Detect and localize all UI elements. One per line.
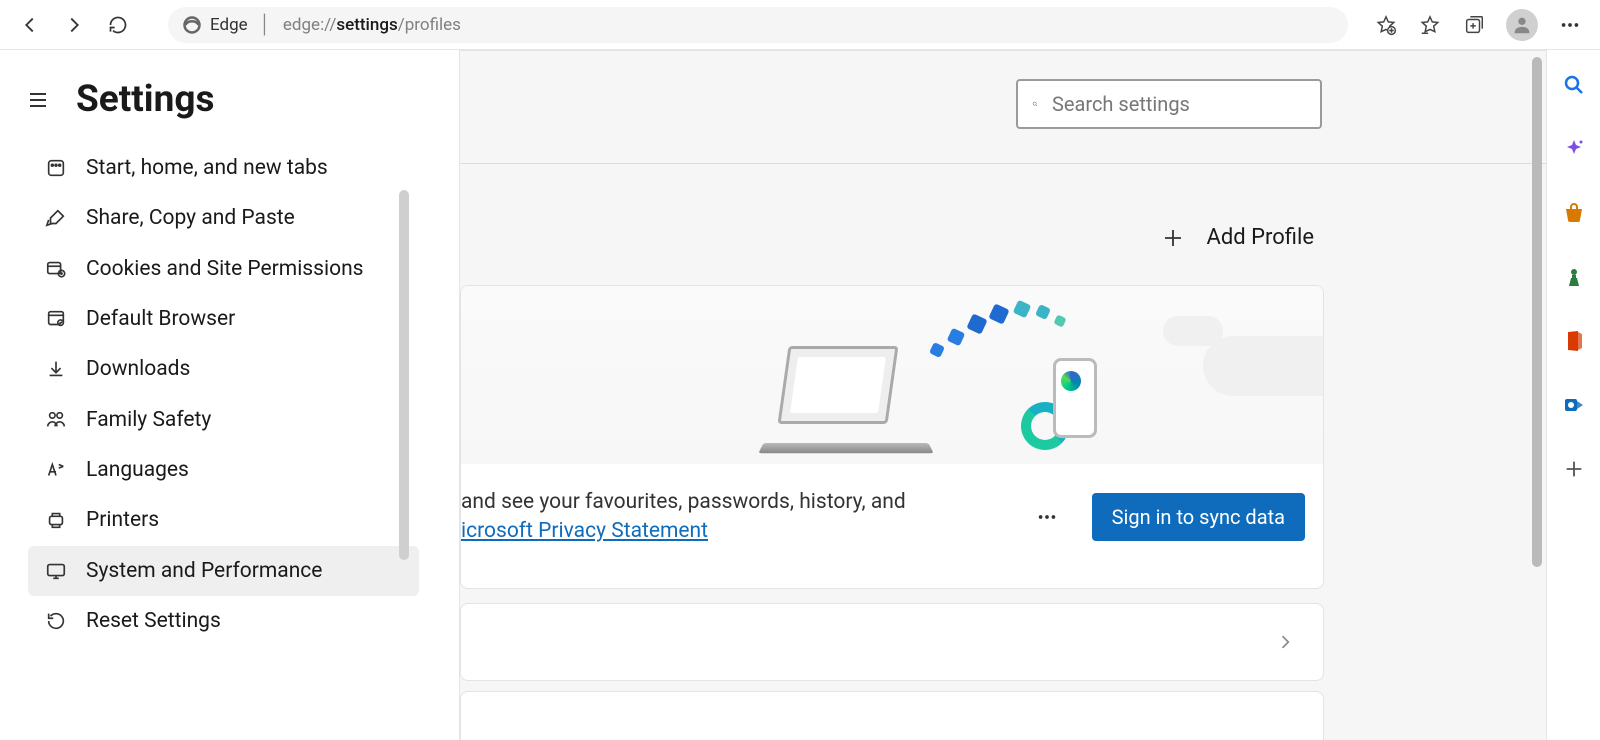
- add-profile-button[interactable]: Add Profile: [1161, 225, 1315, 250]
- sidebar-item-label: Start, home, and new tabs: [86, 154, 328, 182]
- search-input[interactable]: [1052, 92, 1306, 116]
- plus-icon: [1161, 226, 1185, 250]
- sidebar-item-downloads[interactable]: Downloads: [28, 344, 419, 394]
- settings-heading: Settings: [76, 78, 214, 121]
- sidebar-item-label: Share, Copy and Paste: [86, 204, 295, 232]
- sidebar-item-label: System and Performance: [86, 557, 322, 585]
- office-icon[interactable]: [1559, 326, 1589, 356]
- sidebar-item-icon: [44, 357, 68, 381]
- sidebar-item-share-copy-and-paste[interactable]: Share, Copy and Paste: [28, 193, 419, 243]
- sidebar-item-printers[interactable]: Printers: [28, 495, 419, 545]
- sidebar-item-label: Reset Settings: [86, 607, 221, 635]
- right-sidebar: [1546, 50, 1600, 740]
- sparkle-icon[interactable]: [1559, 134, 1589, 164]
- sidebar-item-icon: [44, 609, 68, 633]
- profile-avatar[interactable]: [1506, 9, 1538, 41]
- sidebar-item-icon: [44, 408, 68, 432]
- sidebar-item-icon: [44, 156, 68, 180]
- sidebar-item-icon: [44, 508, 68, 532]
- chevron-right-icon: [1275, 632, 1295, 652]
- sidebar-item-languages[interactable]: Languages: [28, 445, 419, 495]
- favorites-icon[interactable]: [1412, 7, 1448, 43]
- menu-toggle-icon[interactable]: [20, 82, 56, 118]
- sidebar-item-label: Downloads: [86, 355, 190, 383]
- tools-icon[interactable]: [1559, 198, 1589, 228]
- content-scrollbar[interactable]: [1532, 57, 1542, 567]
- profile-sync-description: and see your favourites, passwords, hist…: [461, 488, 906, 547]
- sidebar-item-icon: [44, 458, 68, 482]
- sidebar-item-icon: [44, 307, 68, 331]
- refresh-button[interactable]: [100, 7, 136, 43]
- browser-toolbar: Edge │ edge://settings/profiles: [0, 0, 1600, 50]
- sidebar-item-reset-settings[interactable]: Reset Settings: [28, 596, 419, 646]
- sidebar-item-cookies-and-site-permissions[interactable]: Cookies and Site Permissions: [28, 244, 419, 294]
- origin-label: Edge: [210, 15, 248, 35]
- collections-icon[interactable]: [1456, 7, 1492, 43]
- settings-row[interactable]: [460, 603, 1324, 681]
- back-button[interactable]: [12, 7, 48, 43]
- url-suffix: /profiles: [398, 15, 461, 35]
- privacy-statement-link[interactable]: icrosoft Privacy Statement: [461, 519, 708, 543]
- sign-in-button[interactable]: Sign in to sync data: [1092, 493, 1305, 541]
- sidebar-item-system-and-performance[interactable]: System and Performance: [28, 546, 419, 596]
- sidebar-item-label: Printers: [86, 506, 159, 534]
- edge-logo-icon: [182, 15, 202, 35]
- sidebar-item-label: Cookies and Site Permissions: [86, 255, 364, 283]
- search-icon: [1032, 93, 1038, 115]
- outlook-icon[interactable]: [1559, 390, 1589, 420]
- settings-sidebar: Settings Start, home, and new tabs Share,…: [0, 50, 460, 740]
- profile-hero-image: [461, 286, 1323, 464]
- sidebar-scrollbar[interactable]: [399, 190, 409, 560]
- settings-row[interactable]: [460, 691, 1324, 740]
- sidebar-item-label: Languages: [86, 456, 189, 484]
- profile-more-icon[interactable]: [1030, 500, 1064, 534]
- add-favorite-icon[interactable]: [1368, 7, 1404, 43]
- more-menu-icon[interactable]: [1552, 7, 1588, 43]
- settings-content: Add Profile: [460, 50, 1546, 740]
- sidebar-item-label: Family Safety: [86, 406, 211, 434]
- sidebar-item-icon: [44, 206, 68, 230]
- forward-button[interactable]: [56, 7, 92, 43]
- sidebar-item-icon: [44, 257, 68, 281]
- profile-card: and see your favourites, passwords, hist…: [460, 285, 1324, 589]
- search-settings[interactable]: [1016, 79, 1322, 129]
- add-profile-label: Add Profile: [1207, 225, 1315, 250]
- address-bar[interactable]: Edge │ edge://settings/profiles: [168, 7, 1348, 43]
- search-tool-icon[interactable]: [1559, 70, 1589, 100]
- add-icon[interactable]: [1559, 454, 1589, 484]
- sidebar-item-default-browser[interactable]: Default Browser: [28, 294, 419, 344]
- games-icon[interactable]: [1559, 262, 1589, 292]
- url-prefix: edge://: [283, 15, 336, 35]
- url-emph: settings: [336, 15, 397, 35]
- sidebar-item-label: Default Browser: [86, 305, 235, 333]
- sidebar-item-icon: [44, 559, 68, 583]
- sidebar-item-start-home-and-new-tabs[interactable]: Start, home, and new tabs: [28, 143, 419, 193]
- sidebar-item-family-safety[interactable]: Family Safety: [28, 395, 419, 445]
